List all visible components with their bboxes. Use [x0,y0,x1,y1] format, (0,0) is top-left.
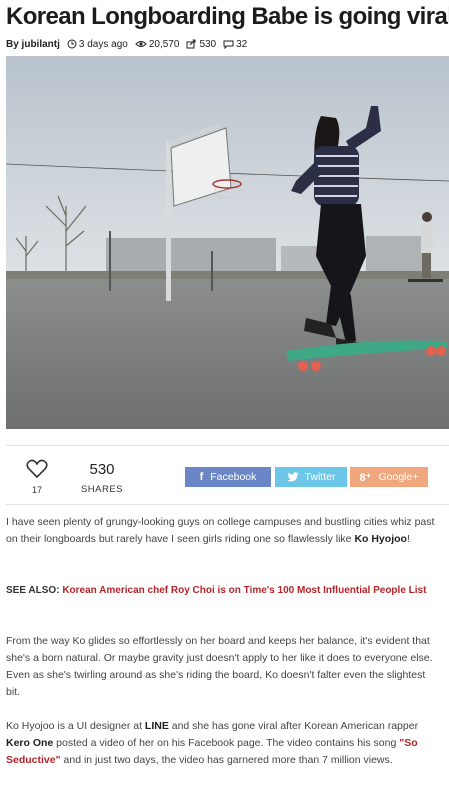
article-photo [6,56,449,429]
paragraph-3-text-b: and she has gone viral after Korean Amer… [168,720,419,732]
like-button[interactable] [25,459,49,484]
view-count-text: 20,570 [148,38,180,50]
share-bar-bottom-divider [6,504,449,505]
like-count: 17 [31,485,42,495]
paragraph-3-text-c: posted a video of her on his Facebook pa… [53,737,400,749]
comment-icon [223,40,234,49]
see-also-label: SEE ALSO: [6,585,60,596]
share-icon [186,39,196,49]
total-shares-label: SHARES [80,484,124,495]
eye-icon [135,41,147,47]
longboarding-photo [6,56,449,429]
kero-one-name: Kero One [6,737,54,749]
ko-hyojoo-name: Ko Hyojoo [354,533,407,545]
line-company: LINE [144,720,169,732]
facebook-share-label: Facebook [210,471,257,483]
paragraph-3-text-d: and in just two days, the video has garn… [60,754,393,766]
twitter-share-button[interactable]: Twitter [275,467,347,487]
facebook-icon: f [199,471,204,483]
post-time-text: 3 days ago [78,38,128,50]
share-bar-top-divider [6,445,449,446]
google-plus-icon: 8⁺ [359,471,372,484]
share-count-meta: 530 [186,39,216,50]
view-count: 20,570 [135,38,180,50]
article-paragraph-1: I have seen plenty of grungy-looking guy… [6,514,442,548]
see-also: SEE ALSO: Korean American chef Roy Choi … [6,582,442,599]
post-time: 3 days ago [67,39,128,50]
comment-count[interactable]: 32 [223,39,247,50]
google-plus-share-label: Google+ [378,471,419,483]
see-also-link[interactable]: Korean American chef Roy Choi is on Time… [62,585,426,596]
paragraph-3-text-a: Ko Hyojoo is a UI designer at [6,720,145,732]
heart-icon [26,459,48,479]
article-meta: By jubilantj 3 days ago 20,570 530 32 [6,37,254,51]
share-count-meta-text: 530 [199,38,217,50]
author-link[interactable]: By jubilantj [6,39,60,50]
facebook-share-button[interactable]: f Facebook [185,467,271,487]
twitter-share-label: Twitter [304,471,336,483]
article-paragraph-2: From the way Ko glides so effortlessly o… [6,635,433,698]
paragraph-1-end: ! [406,533,410,545]
article-paragraph-3: Ko Hyojoo is a UI designer at LINE and s… [6,718,442,769]
google-plus-share-button[interactable]: 8⁺ Google+ [350,467,428,487]
comment-count-text: 32 [236,38,248,50]
clock-icon [67,39,77,49]
twitter-bird-icon [286,472,299,482]
total-shares-count: 530 [89,461,115,478]
article-title: Korean Longboarding Babe is going viral! [6,3,449,30]
